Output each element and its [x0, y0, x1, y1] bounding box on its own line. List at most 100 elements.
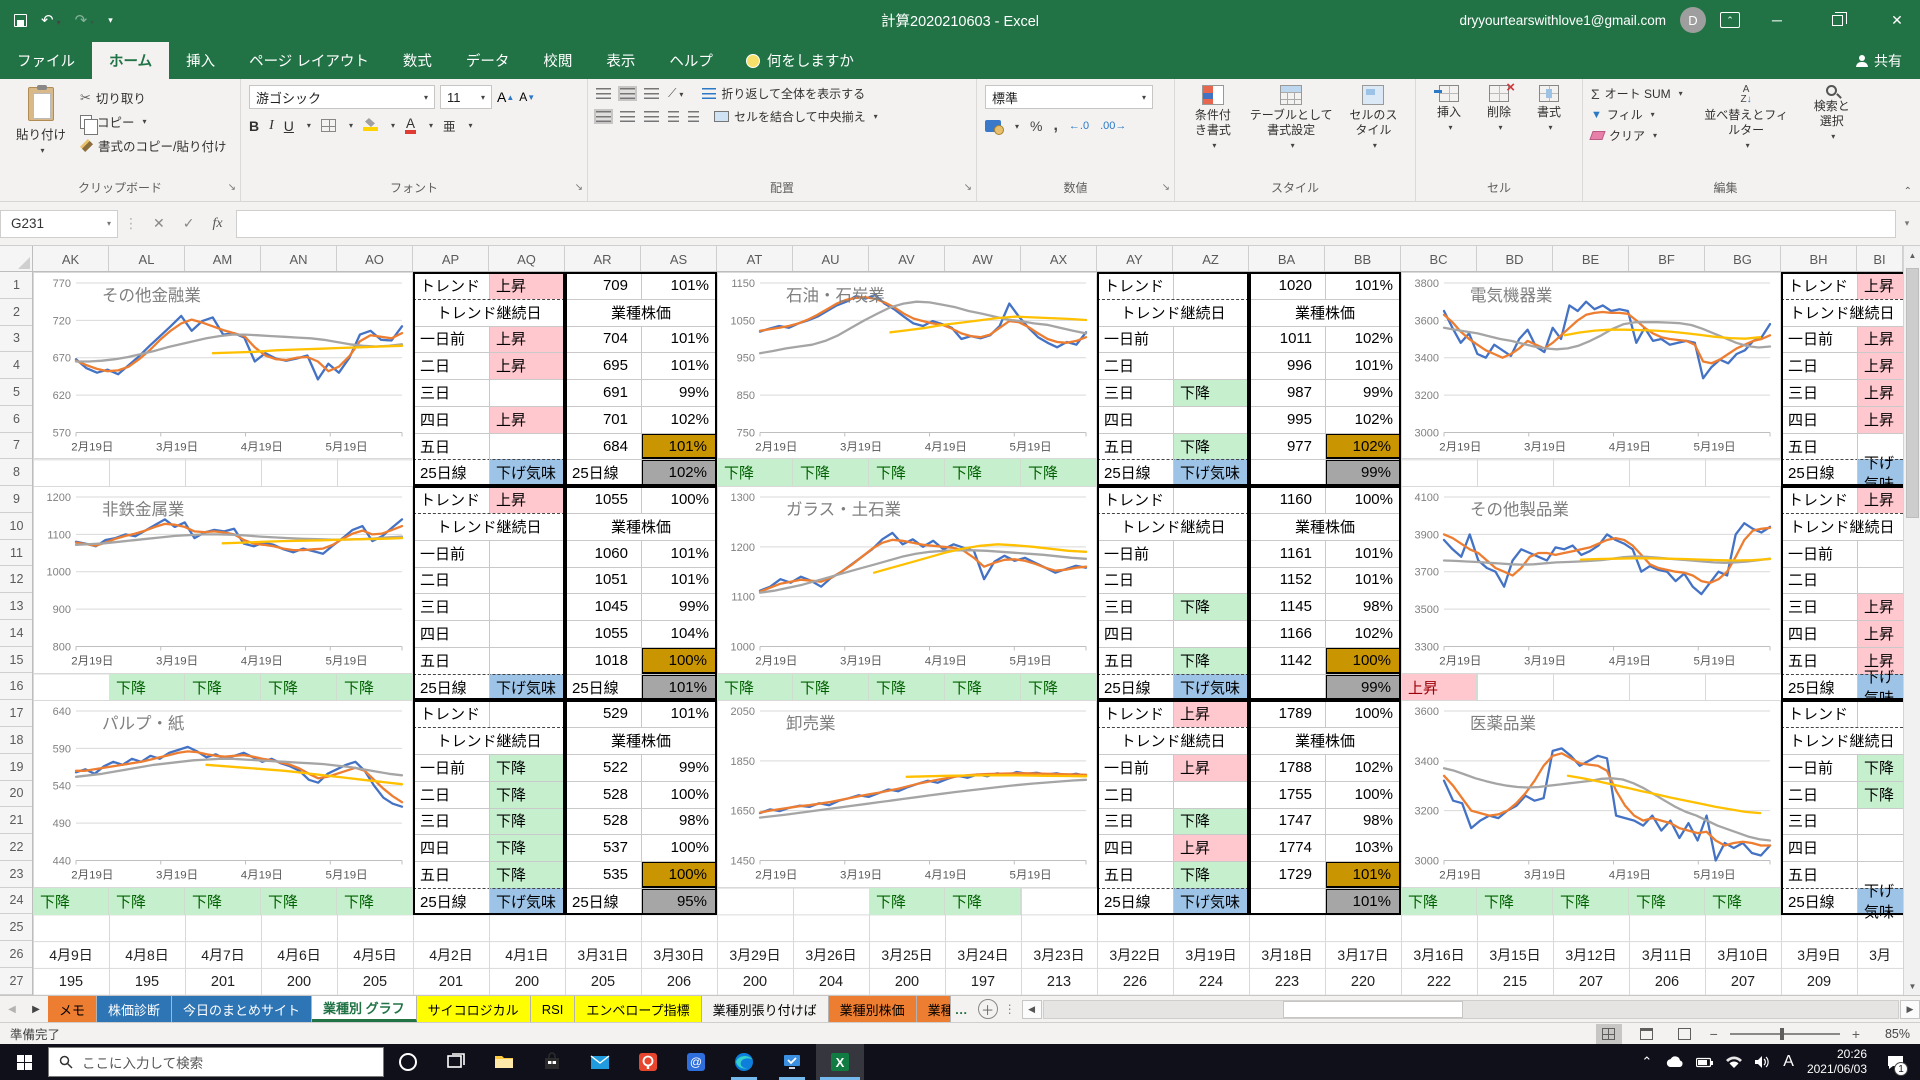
- ribbon-tab-item[interactable]: データ: [449, 42, 527, 79]
- trend-strip-cell[interactable]: 下降: [945, 674, 1021, 701]
- close-button[interactable]: ✕: [1874, 0, 1920, 40]
- column-header[interactable]: AQ: [489, 246, 565, 272]
- start-button[interactable]: [0, 1044, 48, 1080]
- row-header[interactable]: 16: [0, 673, 33, 700]
- store-icon[interactable]: [528, 1044, 576, 1080]
- trend-strip-cell[interactable]: 下降: [945, 459, 1021, 486]
- row-header[interactable]: 19: [0, 754, 33, 781]
- trend-strip-cell[interactable]: 下降: [717, 459, 793, 486]
- industry-line-chart[interactable]: 115010509508507502月19日3月19日4月19日5月19日石油・…: [717, 272, 1097, 459]
- hidden-icons-chevron-icon[interactable]: ⌃: [1641, 1054, 1652, 1070]
- sort-filter-button[interactable]: AZ↓並べ替えとフィルター▾: [1697, 85, 1796, 179]
- cancel-icon[interactable]: ✕: [144, 215, 174, 232]
- count-cell[interactable]: 222: [1401, 968, 1477, 995]
- row-header[interactable]: 13: [0, 593, 33, 620]
- trend-strip-cell[interactable]: 下降: [793, 674, 869, 701]
- row-header[interactable]: 14: [0, 620, 33, 647]
- date-cell[interactable]: 3月24日: [945, 942, 1021, 969]
- count-cell[interactable]: 215: [1477, 968, 1553, 995]
- row-header[interactable]: 23: [0, 861, 33, 888]
- date-cell[interactable]: 3月29日: [717, 942, 793, 969]
- battery-icon[interactable]: [1696, 1057, 1713, 1068]
- clear-button[interactable]: クリア▾: [1591, 127, 1683, 144]
- ribbon-tab-item[interactable]: 数式: [386, 42, 449, 79]
- column-header[interactable]: AZ: [1173, 246, 1249, 272]
- column-header[interactable]: BD: [1477, 246, 1553, 272]
- vertical-scrollbar[interactable]: ▲ ▼: [1903, 246, 1920, 995]
- column-header[interactable]: AK: [33, 246, 109, 272]
- industry-line-chart[interactable]: 410039003700350033002月19日3月19日4月19日5月19日…: [1401, 486, 1781, 673]
- zoom-level[interactable]: 85%: [1872, 1027, 1910, 1041]
- action-center-icon[interactable]: 1: [1880, 1044, 1910, 1080]
- trend-strip-cell[interactable]: 下降: [1477, 888, 1553, 915]
- align-middle-icon[interactable]: [620, 88, 635, 99]
- row-header[interactable]: 3: [0, 326, 33, 353]
- row-header[interactable]: 12: [0, 566, 33, 593]
- trend-strip-cell[interactable]: 下降: [109, 674, 185, 701]
- select-all-corner[interactable]: [0, 246, 33, 272]
- red-app-icon[interactable]: [624, 1044, 672, 1080]
- format-cells-button[interactable]: 書式▾: [1530, 85, 1568, 179]
- fill-color-icon[interactable]: [363, 120, 378, 131]
- ribbon-tab-item[interactable]: 校閲: [526, 42, 589, 79]
- file-explorer-icon[interactable]: [480, 1044, 528, 1080]
- column-header[interactable]: AM: [185, 246, 261, 272]
- excel-icon[interactable]: X: [816, 1044, 864, 1080]
- sheet-tab[interactable]: 業種別株価: [829, 996, 917, 1022]
- count-cell[interactable]: 197: [945, 968, 1021, 995]
- column-header[interactable]: AR: [565, 246, 641, 272]
- date-cell[interactable]: 3月17日: [1325, 942, 1401, 969]
- minimize-button[interactable]: ─: [1754, 0, 1800, 40]
- format-as-table-button[interactable]: テーブルとして書式設定▾: [1243, 85, 1340, 179]
- collapse-ribbon-icon[interactable]: ⌃: [1904, 186, 1912, 197]
- count-cell[interactable]: 213: [1021, 968, 1097, 995]
- row-header[interactable]: 9: [0, 486, 33, 513]
- column-header[interactable]: AN: [261, 246, 337, 272]
- normal-view-button[interactable]: [1596, 1024, 1622, 1044]
- sheet-tab[interactable]: 株価診断: [97, 996, 172, 1022]
- trend-strip-cell[interactable]: 下降: [1553, 888, 1629, 915]
- name-box-dropdown-icon[interactable]: ▾: [107, 219, 111, 228]
- zoom-out-icon[interactable]: −: [1710, 1026, 1718, 1042]
- row-header[interactable]: 27: [0, 968, 33, 995]
- date-cell[interactable]: 3月16日: [1401, 942, 1477, 969]
- cortana-icon[interactable]: [384, 1044, 432, 1080]
- column-header[interactable]: AS: [641, 246, 717, 272]
- tell-me-box[interactable]: 何をしますか: [730, 42, 870, 79]
- row-header[interactable]: 4: [0, 352, 33, 379]
- column-header[interactable]: BE: [1553, 246, 1629, 272]
- row-header[interactable]: 7: [0, 433, 33, 460]
- number-dialog-launcher-icon[interactable]: ↘: [1162, 182, 1170, 193]
- borders-icon[interactable]: [321, 119, 336, 132]
- align-left-icon[interactable]: [596, 111, 611, 122]
- ribbon-tab-item[interactable]: ファイル: [0, 42, 92, 79]
- percent-style-button[interactable]: %: [1030, 118, 1042, 134]
- date-cell[interactable]: 3月25日: [869, 942, 945, 969]
- ribbon-tab-home-active[interactable]: ホーム: [92, 42, 169, 79]
- count-cell[interactable]: 205: [337, 968, 413, 995]
- decrease-font-icon[interactable]: A▼: [519, 85, 535, 109]
- trend-strip-cell[interactable]: 下降: [1705, 888, 1781, 915]
- date-cell[interactable]: 3月9日: [1781, 942, 1857, 969]
- delete-cells-button[interactable]: 削除▾: [1480, 85, 1518, 179]
- align-center-icon[interactable]: [620, 111, 635, 122]
- trend-strip-cell[interactable]: 下降: [1629, 888, 1705, 915]
- ribbon-display-options-icon[interactable]: ⌃: [1720, 12, 1740, 28]
- taskbar-search-input[interactable]: ここに入力して検索: [48, 1047, 384, 1077]
- cut-button[interactable]: ✂切り取り: [80, 88, 226, 107]
- trend-strip-cell[interactable]: 下降: [261, 888, 337, 915]
- trend-strip-cell[interactable]: 下降: [185, 888, 261, 915]
- italic-button[interactable]: I: [269, 118, 274, 134]
- sheet-tab[interactable]: サイコロジカル: [417, 996, 531, 1022]
- count-cell[interactable]: 206: [641, 968, 717, 995]
- row-header[interactable]: 25: [0, 914, 33, 941]
- account-email[interactable]: dryyourtearswithlove1@gmail.com: [1459, 13, 1666, 28]
- column-header[interactable]: AU: [793, 246, 869, 272]
- trend-strip-cell[interactable]: 下降: [869, 674, 945, 701]
- zoom-slider-thumb[interactable]: [1780, 1028, 1784, 1040]
- customize-qat-icon[interactable]: ▾: [108, 15, 113, 26]
- font-name-select[interactable]: 游ゴシック▾: [249, 85, 435, 109]
- row-header[interactable]: 2: [0, 299, 33, 326]
- column-header[interactable]: AT: [717, 246, 793, 272]
- trend-strip-cell[interactable]: 下降: [869, 459, 945, 486]
